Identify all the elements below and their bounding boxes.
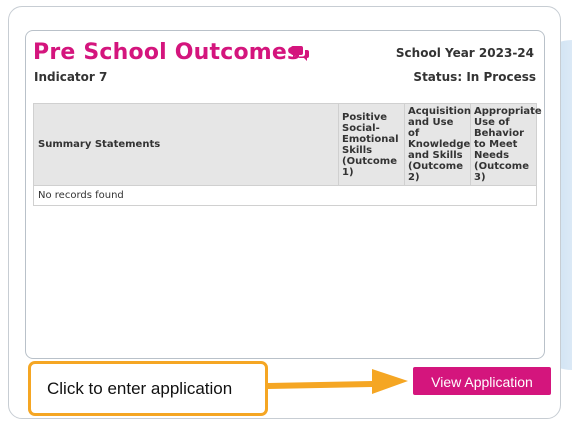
status-label: Status: [413, 70, 463, 84]
column-header-summary: Summary Statements [33, 103, 339, 186]
arrow-right-icon [268, 369, 408, 394]
school-year-value: 2023-24 [478, 46, 534, 60]
column-header-outcome-2: Acquisition and Use of Knowledge and Ski… [404, 103, 471, 186]
comments-icon[interactable] [290, 46, 310, 62]
empty-message: No records found [33, 185, 537, 206]
status: Status: In Process [413, 70, 536, 84]
column-header-outcome-1: Positive Social-Emotional Skills (Outcom… [338, 103, 405, 186]
callout-box: Click to enter application [28, 361, 268, 416]
outcomes-table: Summary Statements Positive Social-Emoti… [33, 103, 542, 206]
table-row: No records found [33, 185, 537, 206]
table-header-row: Summary Statements Positive Social-Emoti… [33, 103, 542, 186]
page-title: Pre School Outcomes [33, 40, 301, 65]
column-header-outcome-3: Appropriate Use of Behavior to Meet Need… [470, 103, 542, 186]
view-application-button[interactable]: View Application [413, 367, 551, 395]
status-value: In Process [466, 70, 536, 84]
school-year: School Year 2023-24 [396, 46, 534, 60]
callout-text: Click to enter application [47, 379, 233, 398]
indicator-label: Indicator 7 [34, 70, 108, 84]
school-year-label: School Year [395, 46, 475, 60]
